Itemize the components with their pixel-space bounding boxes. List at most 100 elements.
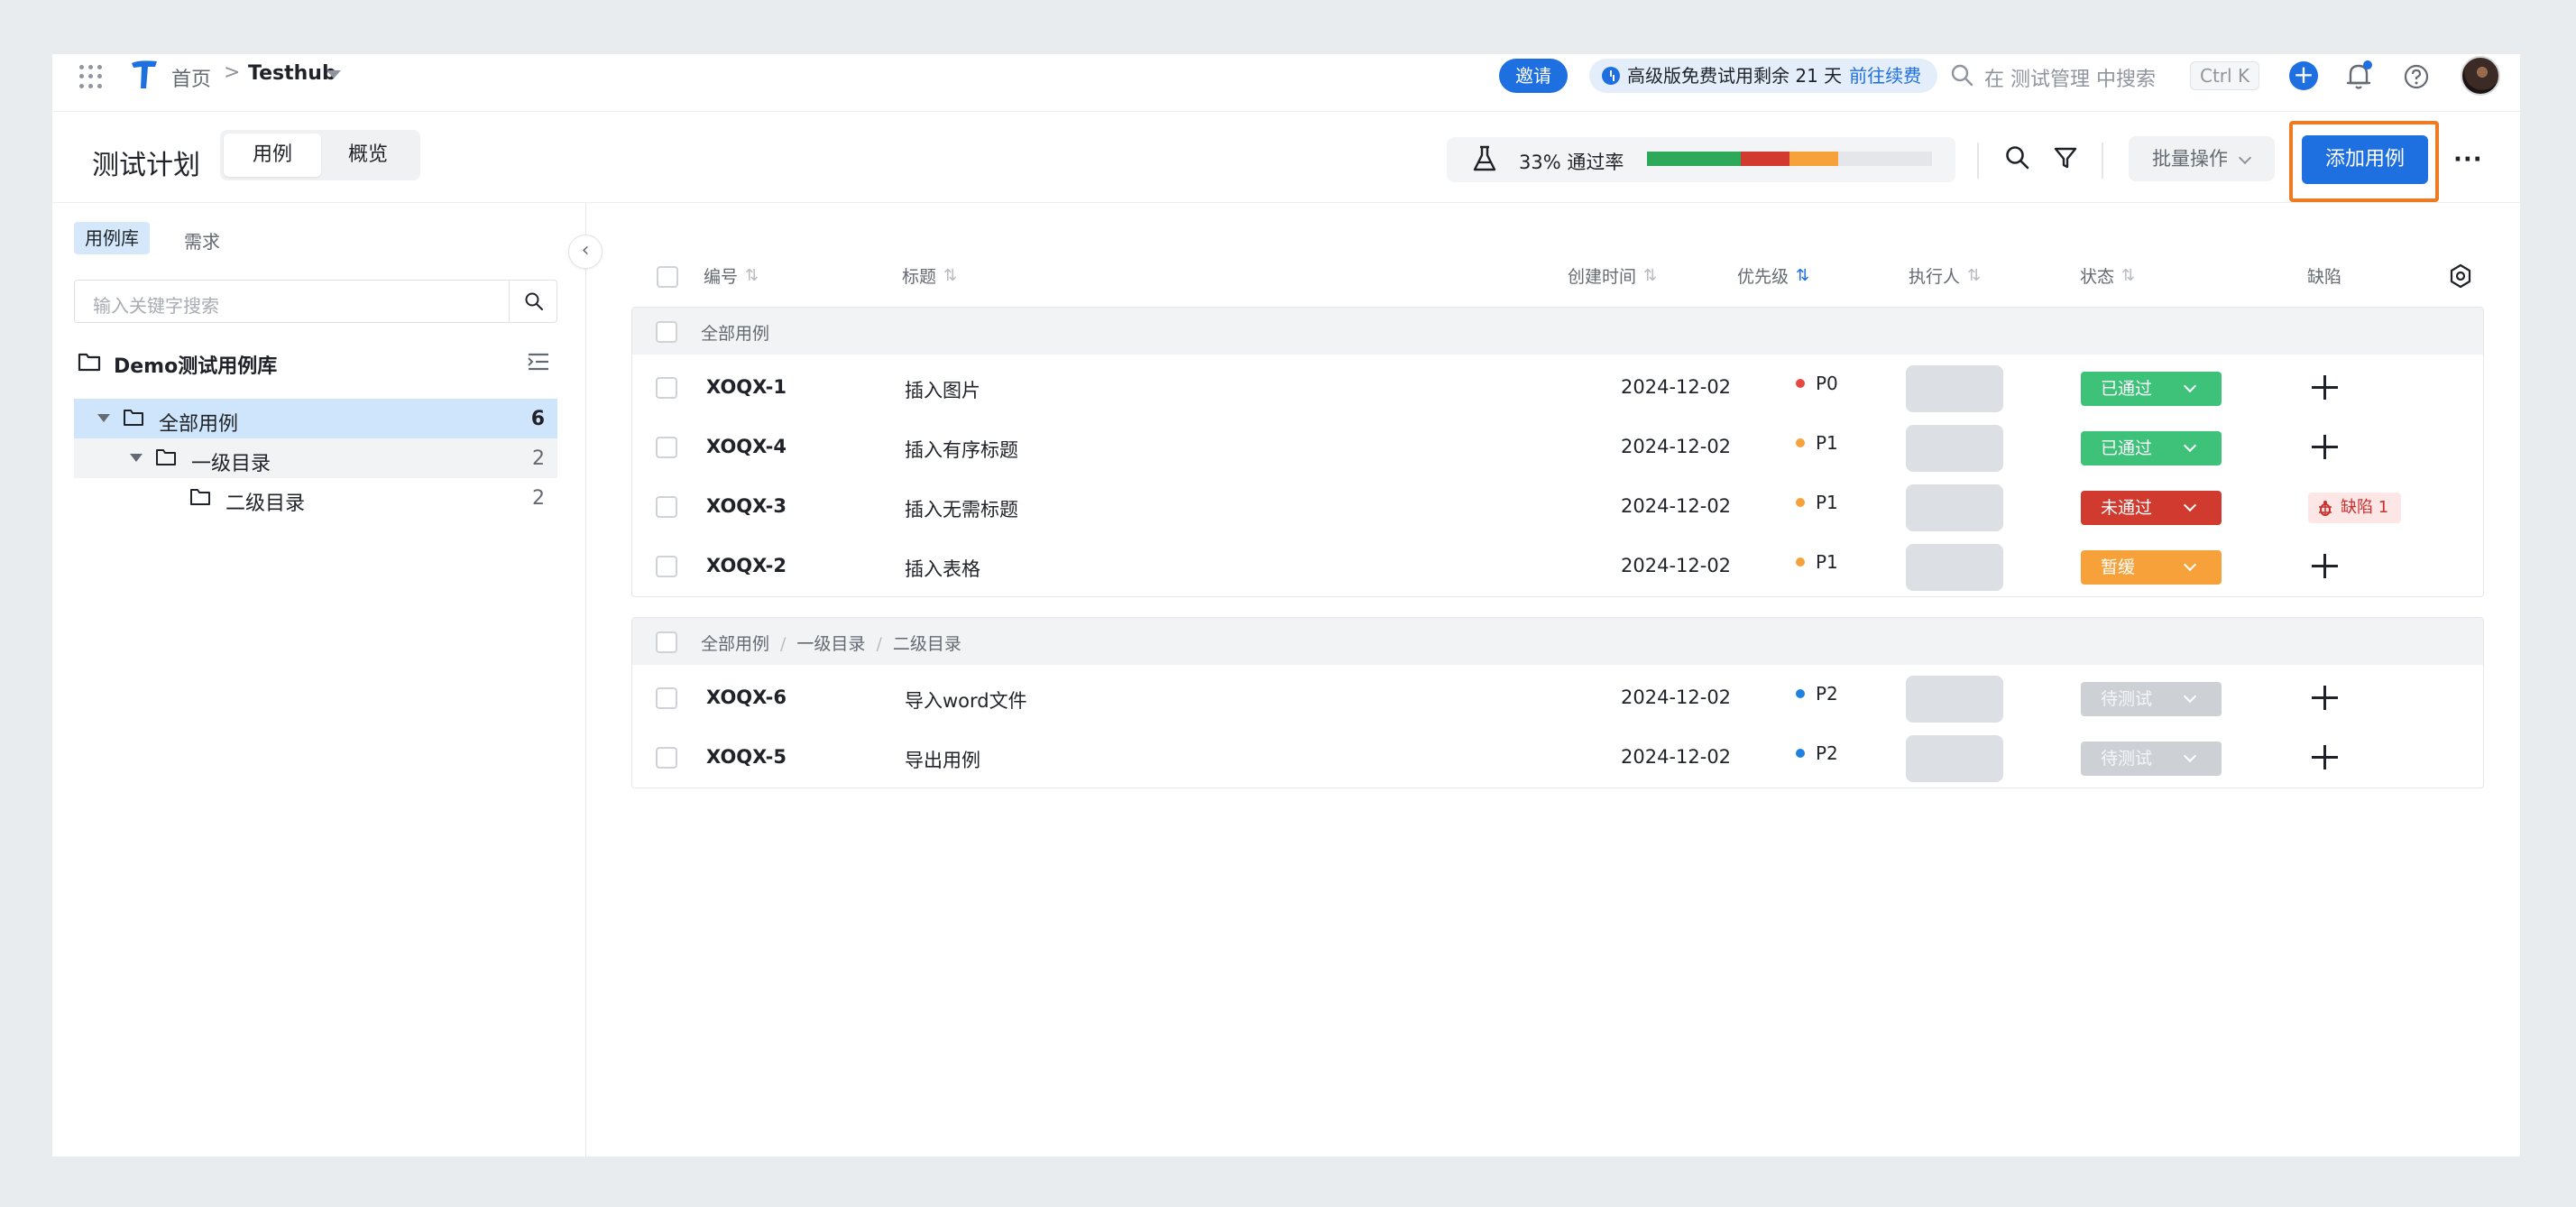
caret-down-icon[interactable] [327, 70, 341, 78]
sort-icon[interactable]: ⇅ [1643, 266, 1657, 285]
executor-select[interactable] [1906, 544, 2003, 591]
tab-overview[interactable]: 概览 [319, 134, 417, 177]
table-row[interactable]: XOQX-1 插入图片 2024-12-02 P0 已通过 [632, 358, 2483, 418]
sort-icon[interactable]: ⇅ [1967, 266, 1981, 285]
case-title[interactable]: 导出用例 [905, 746, 980, 773]
row-checkbox[interactable] [656, 687, 677, 709]
sort-icon[interactable]: ⇅ [2121, 266, 2135, 285]
column-header-executor[interactable]: 执行人 ⇅ [1909, 263, 1981, 288]
filter-icon[interactable] [2053, 145, 2078, 170]
tree-item-level1[interactable]: 一级目录 2 [74, 438, 557, 478]
sidebar-tab-requirements[interactable]: 需求 [184, 227, 220, 253]
table-row[interactable]: XOQX-3 插入无需标题 2024-12-02 P1 未通过 缺陷 1 [632, 477, 2483, 537]
executor-select[interactable] [1906, 735, 2003, 782]
invite-button[interactable]: 邀请 [1499, 59, 1568, 93]
help-icon[interactable] [2403, 63, 2430, 90]
status-dropdown[interactable]: 暂缓 [2081, 550, 2222, 585]
case-priority[interactable]: P1 [1796, 432, 1838, 454]
caret-down-icon[interactable] [97, 414, 110, 422]
add-defect-icon[interactable] [2310, 373, 2339, 401]
case-title[interactable]: 插入表格 [905, 555, 980, 582]
column-header-created[interactable]: 创建时间 ⇅ [1568, 263, 1657, 288]
case-id[interactable]: XOQX-5 [706, 746, 787, 768]
status-dropdown[interactable]: 已通过 [2081, 372, 2222, 406]
renew-link[interactable]: 前往续费 [1849, 59, 1921, 93]
case-id[interactable]: XOQX-1 [706, 376, 787, 398]
group-path-segment[interactable]: 二级目录 [893, 634, 961, 654]
table-row[interactable]: XOQX-6 导入word文件 2024-12-02 P2 待测试 [632, 668, 2483, 728]
status-dropdown[interactable]: 未通过 [2081, 491, 2222, 525]
search-icon[interactable] [2004, 144, 2031, 171]
row-checkbox[interactable] [656, 377, 677, 399]
case-title[interactable]: 插入图片 [905, 376, 980, 403]
column-header-priority[interactable]: 优先级 ⇅ [1737, 263, 1809, 288]
tree-item-level2[interactable]: 二级目录 2 [74, 478, 557, 518]
group-path-segment[interactable]: 全部用例 [701, 324, 769, 344]
bell-icon[interactable] [2343, 60, 2374, 92]
executor-select[interactable] [1906, 484, 2003, 531]
add-case-button[interactable]: 添加用例 [2302, 135, 2428, 184]
more-icon[interactable]: ··· [2453, 146, 2483, 173]
group-checkbox[interactable] [656, 631, 677, 653]
sidebar-search-input[interactable]: 输入关键字搜索 [74, 280, 557, 323]
case-priority[interactable]: P2 [1796, 683, 1838, 705]
search-icon[interactable] [524, 291, 544, 311]
column-header-status[interactable]: 状态 ⇅ [2080, 263, 2135, 288]
column-header-id[interactable]: 编号 ⇅ [704, 263, 759, 288]
case-priority[interactable]: P1 [1796, 492, 1838, 513]
case-title[interactable]: 导入word文件 [905, 686, 1027, 714]
case-id[interactable]: XOQX-3 [706, 495, 787, 517]
search-icon[interactable] [1950, 63, 1973, 87]
bulk-actions-button[interactable]: 批量操作 [2129, 136, 2275, 181]
breadcrumb-home[interactable]: 首页 [171, 63, 211, 92]
sort-icon[interactable]: ⇅ [1796, 266, 1809, 285]
caret-down-icon[interactable] [130, 454, 143, 462]
plus-icon[interactable]: + [2289, 61, 2318, 90]
avatar[interactable] [2461, 56, 2500, 96]
view-switch: 用例 概览 [220, 130, 420, 180]
defect-badge[interactable]: 缺陷 1 [2308, 493, 2402, 523]
case-title[interactable]: 插入无需标题 [905, 495, 1018, 522]
group-path-segment[interactable]: 一级目录 [796, 634, 865, 654]
collapse-sidebar-button[interactable]: ‹ [568, 235, 603, 269]
add-defect-icon[interactable] [2310, 742, 2339, 771]
tree-item-all-cases[interactable]: 全部用例 6 [74, 399, 557, 438]
menu-icon[interactable] [527, 352, 550, 372]
case-title[interactable]: 插入有序标题 [905, 436, 1018, 463]
executor-select[interactable] [1906, 425, 2003, 472]
group-checkbox[interactable] [656, 321, 677, 343]
sort-icon[interactable]: ⇅ [943, 266, 957, 285]
gear-icon[interactable] [2448, 263, 2473, 289]
case-priority[interactable]: P1 [1796, 551, 1838, 573]
row-checkbox[interactable] [656, 556, 677, 577]
table-row[interactable]: XOQX-2 插入表格 2024-12-02 P1 暂缓 [632, 537, 2483, 596]
status-dropdown[interactable]: 待测试 [2081, 742, 2222, 776]
global-search-input[interactable]: 在 测试管理 中搜索 [1984, 63, 2156, 92]
row-checkbox[interactable] [656, 437, 677, 458]
executor-select[interactable] [1906, 676, 2003, 723]
add-defect-icon[interactable] [2310, 551, 2339, 580]
grid-icon[interactable] [79, 65, 103, 88]
row-checkbox[interactable] [656, 747, 677, 769]
status-dropdown[interactable]: 已通过 [2081, 431, 2222, 465]
breadcrumb-project[interactable]: Testhub [248, 62, 336, 85]
sidebar-tab-library[interactable]: 用例库 [74, 222, 150, 254]
pass-rate-bar [1647, 152, 1932, 166]
status-dropdown[interactable]: 待测试 [2081, 682, 2222, 716]
sort-icon[interactable]: ⇅ [745, 266, 759, 285]
case-id[interactable]: XOQX-6 [706, 686, 787, 708]
tab-cases[interactable]: 用例 [224, 134, 321, 177]
case-priority[interactable]: P2 [1796, 742, 1838, 764]
table-row[interactable]: XOQX-5 导出用例 2024-12-02 P2 待测试 [632, 728, 2483, 788]
add-defect-icon[interactable] [2310, 683, 2339, 712]
table-row[interactable]: XOQX-4 插入有序标题 2024-12-02 P1 已通过 [632, 418, 2483, 477]
case-id[interactable]: XOQX-2 [706, 555, 787, 576]
executor-select[interactable] [1906, 365, 2003, 412]
add-defect-icon[interactable] [2310, 432, 2339, 461]
row-checkbox[interactable] [656, 496, 677, 518]
case-priority[interactable]: P0 [1796, 373, 1838, 394]
column-header-title[interactable]: 标题 ⇅ [902, 263, 957, 288]
case-id[interactable]: XOQX-4 [706, 436, 787, 457]
group-path-segment[interactable]: 全部用例 [701, 634, 769, 654]
select-all-checkbox[interactable] [657, 266, 678, 288]
